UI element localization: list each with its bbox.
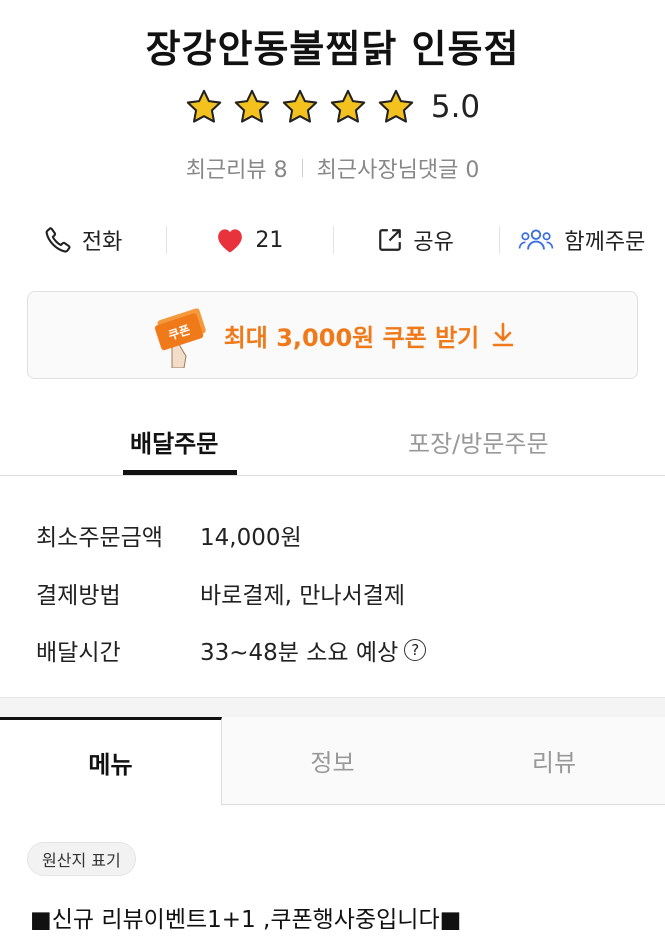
star-icon: [185, 88, 223, 126]
origin-label-chip[interactable]: 원산지 표기: [27, 842, 136, 876]
share-label: 공유: [413, 230, 454, 255]
review-meta: 최근리뷰 8 최근사장님댓글 0: [0, 152, 665, 184]
tab-pickup-order[interactable]: 포장/방문주문: [408, 424, 549, 459]
tab-info[interactable]: 정보: [222, 717, 443, 805]
recent-reviews-link[interactable]: 최근리뷰 8: [186, 152, 288, 184]
group-order-button[interactable]: 함께주문: [498, 218, 665, 262]
payment-method-label: 결제방법: [36, 583, 121, 609]
store-actions: 전화 21 공유 함께주문: [0, 218, 665, 262]
coupon-hand-icon: 쿠폰: [154, 308, 206, 368]
like-count: 21: [255, 227, 284, 253]
heart-icon: [218, 229, 243, 253]
delivery-time-label: 배달시간: [36, 640, 121, 666]
group-order-label: 함께주문: [564, 230, 646, 255]
star-icon: [233, 88, 271, 126]
tab-menu[interactable]: 메뉴: [0, 717, 222, 805]
star-icon: [377, 88, 415, 126]
owner-replies-link[interactable]: 최근사장님댓글 0: [317, 152, 480, 184]
delivery-time-row: 33~48분 소요 예상 ?: [200, 633, 427, 667]
payment-method-value: 바로결제, 만나서결제: [200, 583, 406, 609]
content-tabs: 메뉴 정보 리뷰: [0, 717, 665, 805]
store-title: 장강안동불찜닭 인동점: [145, 27, 520, 71]
star-icon: [329, 88, 367, 126]
phone-icon: [45, 227, 71, 253]
group-people-icon: [519, 229, 554, 250]
call-label: 전화: [81, 230, 123, 255]
store-notice: ■신규 리뷰이벤트1+1 ,쿠폰행사중입니다■: [30, 907, 462, 933]
coupon-label: 최대 3,000원 쿠폰 받기: [223, 323, 480, 352]
share-icon: [379, 229, 402, 251]
call-button[interactable]: 전화: [0, 218, 166, 262]
coupon-download-button[interactable]: 쿠폰 최대 3,000원 쿠폰 받기: [27, 291, 638, 379]
min-order-value: 14,000원: [200, 525, 302, 551]
star-icon: [281, 88, 319, 126]
rating-value: 5.0: [430, 89, 481, 125]
divider: [301, 159, 303, 177]
min-order-label: 최소주문금액: [36, 525, 163, 551]
section-divider: [0, 697, 665, 717]
active-tab-indicator: [123, 470, 237, 475]
tab-delivery-order[interactable]: 배달주문: [130, 424, 218, 459]
order-type-tabs: 배달주문 포장/방문주문: [0, 408, 665, 476]
rating-row: 5.0: [0, 88, 665, 126]
like-button[interactable]: 21: [166, 218, 332, 262]
share-button[interactable]: 공유: [332, 218, 499, 262]
download-arrow-icon: [492, 322, 514, 347]
tab-review[interactable]: 리뷰: [443, 717, 665, 805]
help-icon[interactable]: ?: [404, 639, 427, 661]
delivery-time-value: 33~48분 소요 예상: [200, 640, 399, 666]
